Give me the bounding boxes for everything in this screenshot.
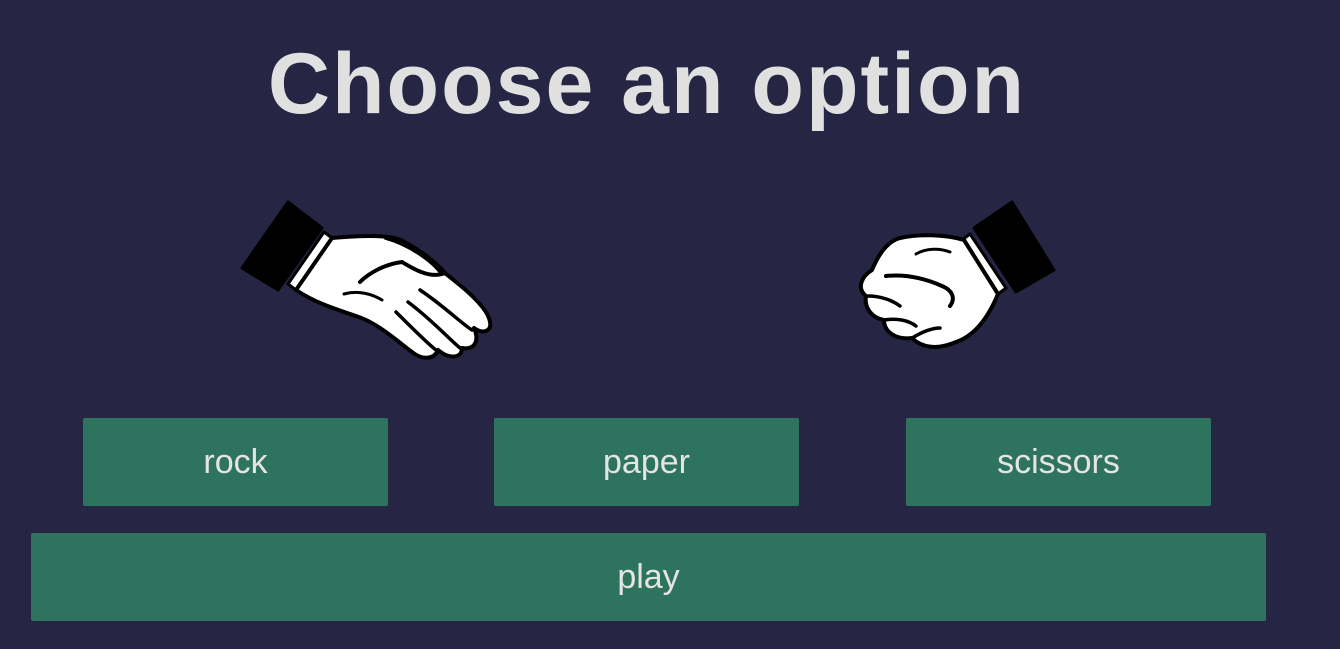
- page-title: Choose an option: [267, 36, 1027, 132]
- open-hand-icon: [236, 198, 496, 363]
- rock-button[interactable]: rock: [83, 418, 388, 506]
- play-button[interactable]: play: [31, 533, 1266, 621]
- paper-button[interactable]: paper: [494, 418, 799, 506]
- fist-icon: [856, 198, 1061, 358]
- scissors-button[interactable]: scissors: [906, 418, 1211, 506]
